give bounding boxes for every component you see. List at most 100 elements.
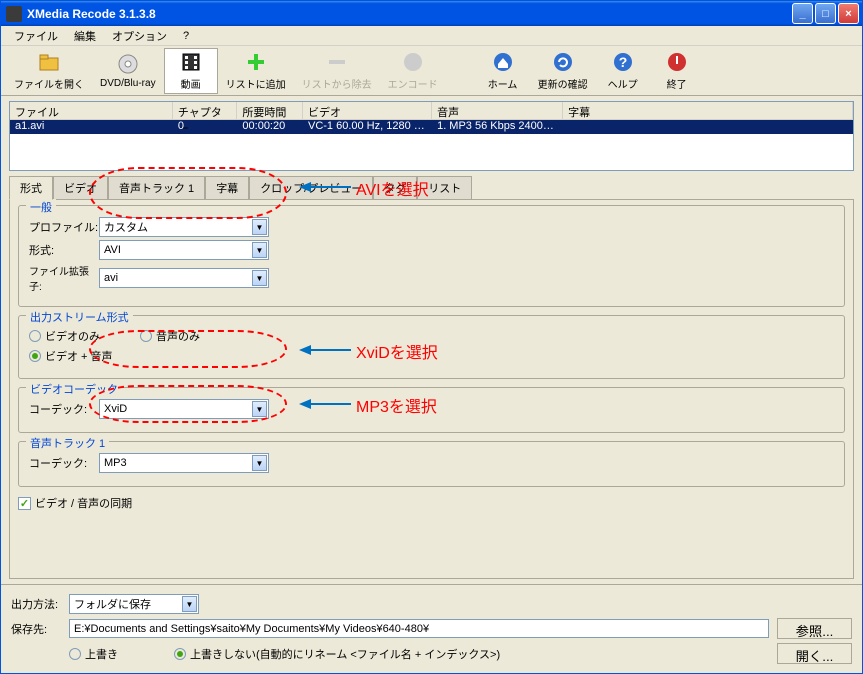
radio-icon xyxy=(174,648,186,660)
refresh-icon xyxy=(551,50,575,74)
file-row[interactable]: a1.avi000:00:20VC-1 60.00 Hz, 1280 x 72.… xyxy=(10,120,853,134)
radio-video-only[interactable]: ビデオのみ xyxy=(29,328,100,344)
toolbar: ファイルを開くDVD/Blu-ray動画リストに追加リストから除去エンコードホー… xyxy=(1,46,862,96)
exit-icon xyxy=(665,50,689,74)
output-panel: 出力方法: フォルダに保存 ▼ 保存先: E:¥Documents and Se… xyxy=(1,584,862,673)
tab[interactable]: ビデオ xyxy=(53,176,108,199)
acodec-value: MP3 xyxy=(104,457,127,469)
plus-icon xyxy=(244,50,268,74)
radio-icon xyxy=(29,330,41,342)
ext-label: ファイル拡張子: xyxy=(29,263,99,293)
acodec-combo[interactable]: MP3 ▼ xyxy=(99,453,269,473)
chevron-down-icon: ▼ xyxy=(182,596,197,612)
annotation-arrow xyxy=(299,182,351,192)
radio-label: ビデオ + 音声 xyxy=(45,348,113,364)
annotation-arrow xyxy=(299,345,351,355)
menu-item[interactable]: 編集 xyxy=(66,26,104,46)
toolbar-film[interactable]: 動画 xyxy=(164,48,218,94)
toolbar-refresh[interactable]: 更新の確認 xyxy=(530,48,596,94)
film-icon xyxy=(179,50,203,74)
checkbox-icon: ✓ xyxy=(18,497,31,510)
annotation-xvid: XviDを選択 xyxy=(356,339,438,363)
format-combo[interactable]: AVI ▼ xyxy=(99,240,269,260)
ext-value: avi xyxy=(104,272,118,284)
file-cell-subtitle xyxy=(563,120,853,134)
sync-label: ビデオ / 音声の同期 xyxy=(35,495,132,511)
toolbar-disc[interactable]: DVD/Blu-ray xyxy=(92,48,164,94)
file-cell-duration: 00:00:20 xyxy=(237,120,303,134)
browse-button[interactable]: 参照... xyxy=(777,618,852,639)
file-cell-audio: 1. MP3 56 Kbps 24000 Hz ... xyxy=(432,120,563,134)
profile-combo[interactable]: カスタム ▼ xyxy=(99,217,269,237)
sync-checkbox[interactable]: ✓ ビデオ / 音声の同期 xyxy=(18,495,845,511)
svg-text:?: ? xyxy=(618,54,627,70)
radio-no-overwrite[interactable]: 上書きしない(自動的にリネーム <ファイル名 + インデックス>) xyxy=(174,646,500,662)
toolbar-folder[interactable]: ファイルを開く xyxy=(6,48,92,94)
column-header[interactable]: 字幕 xyxy=(563,102,853,120)
dest-label: 保存先: xyxy=(11,621,61,637)
menu-item[interactable]: ファイル xyxy=(6,26,66,46)
toolbar-minus: リストから除去 xyxy=(294,48,380,94)
radio-overwrite[interactable]: 上書き xyxy=(69,646,118,662)
tab[interactable]: 形式 xyxy=(9,176,53,200)
toolbar-exit[interactable]: 終了 xyxy=(650,48,704,94)
output-method-combo[interactable]: フォルダに保存 ▼ xyxy=(69,594,199,614)
folder-icon xyxy=(37,50,61,74)
output-method-label: 出力方法: xyxy=(11,596,61,612)
file-cell-chapter: 0 xyxy=(173,120,238,134)
fieldset-atrack-legend: 音声トラック 1 xyxy=(26,435,109,451)
toolbar-encode: エンコード xyxy=(380,48,446,94)
menubar: ファイル編集オプション? xyxy=(1,26,862,46)
column-header[interactable]: ビデオ xyxy=(303,102,432,120)
tab-panel-format: 一般 プロファイル: カスタム ▼ 形式: AVI ▼ xyxy=(9,199,854,579)
chevron-down-icon: ▼ xyxy=(252,401,267,417)
column-header[interactable]: チャプター xyxy=(173,102,238,120)
radio-icon xyxy=(140,330,152,342)
open-button[interactable]: 開く... xyxy=(777,643,852,664)
fieldset-general-legend: 一般 xyxy=(26,199,56,215)
maximize-button[interactable]: □ xyxy=(815,3,836,24)
annotation-arrow xyxy=(299,399,351,409)
dest-value: E:¥Documents and Settings¥saito¥My Docum… xyxy=(74,623,429,635)
radio-label: 上書き xyxy=(85,646,118,662)
format-value: AVI xyxy=(104,244,121,256)
chevron-down-icon: ▼ xyxy=(252,270,267,286)
file-list[interactable]: ファイルチャプター所要時間ビデオ音声字幕 a1.avi000:00:20VC-1… xyxy=(9,101,854,171)
disc-icon xyxy=(116,52,140,76)
tab[interactable]: 字幕 xyxy=(205,176,249,199)
menu-item[interactable]: ? xyxy=(175,28,197,44)
dest-input[interactable]: E:¥Documents and Settings¥saito¥My Docum… xyxy=(69,619,769,638)
minus-icon xyxy=(325,50,349,74)
ext-combo[interactable]: avi ▼ xyxy=(99,268,269,288)
column-header[interactable]: 所要時間 xyxy=(237,102,303,120)
radio-audio-only[interactable]: 音声のみ xyxy=(140,328,200,344)
vcodec-value: XviD xyxy=(104,403,127,415)
vcodec-combo[interactable]: XviD ▼ xyxy=(99,399,269,419)
minimize-button[interactable]: _ xyxy=(792,3,813,24)
close-button[interactable]: × xyxy=(838,3,859,24)
file-cell-file: a1.avi xyxy=(10,120,173,134)
chevron-down-icon: ▼ xyxy=(252,455,267,471)
column-header[interactable]: 音声 xyxy=(432,102,563,120)
toolbar-home[interactable]: ホーム xyxy=(476,48,530,94)
radio-label: ビデオのみ xyxy=(45,328,100,344)
titlebar: XMedia Recode 3.1.3.8 _ □ × xyxy=(1,1,862,26)
chevron-down-icon: ▼ xyxy=(252,219,267,235)
radio-icon xyxy=(29,350,41,362)
tab[interactable]: 音声トラック 1 xyxy=(108,176,205,199)
output-method-value: フォルダに保存 xyxy=(74,596,151,612)
menu-item[interactable]: オプション xyxy=(104,26,175,46)
radio-icon xyxy=(69,648,81,660)
fieldset-vcodec-legend: ビデオコーデック xyxy=(26,381,122,397)
toolbar-help[interactable]: ?ヘルプ xyxy=(596,48,650,94)
toolbar-plus[interactable]: リストに追加 xyxy=(218,48,294,94)
annotation-avi: AVIを選択 xyxy=(356,176,429,200)
window-title: XMedia Recode 3.1.3.8 xyxy=(27,7,792,21)
encode-icon xyxy=(401,50,425,74)
column-header[interactable]: ファイル xyxy=(10,102,173,120)
annotation-mp3: MP3を選択 xyxy=(356,393,437,417)
acodec-label: コーデック: xyxy=(29,455,99,471)
help-icon: ? xyxy=(611,50,635,74)
fieldset-output-legend: 出力ストリーム形式 xyxy=(26,309,133,325)
radio-video-audio[interactable]: ビデオ + 音声 xyxy=(29,348,113,364)
